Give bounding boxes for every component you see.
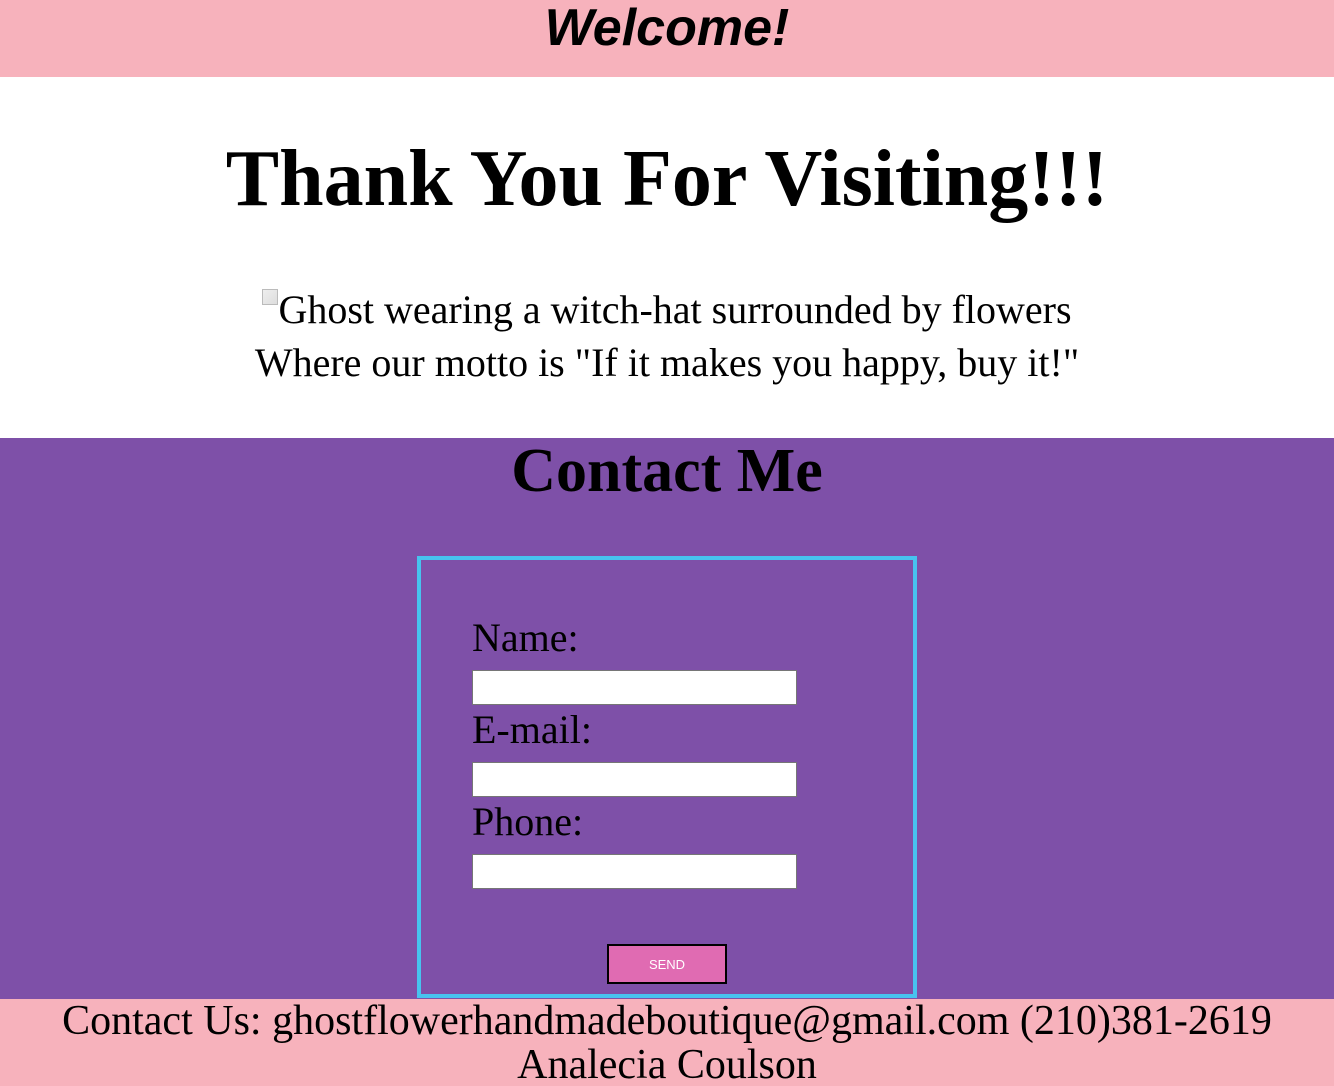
broken-image-icon: [262, 289, 279, 305]
phone-label: Phone:: [472, 799, 584, 844]
email-input[interactable]: [472, 762, 797, 797]
send-button[interactable]: SEND: [607, 944, 727, 984]
footer: Contact Us: ghostflowerhandmadeboutique@…: [0, 999, 1334, 1086]
welcome-banner: Welcome!: [0, 0, 1334, 77]
ghost-image: Ghost wearing a witch-hat surrounded by …: [0, 287, 1334, 333]
contact-form: Name: E-mail: Phone: SEND: [417, 556, 917, 998]
footer-contact-line: Contact Us: ghostflowerhandmadeboutique@…: [62, 999, 1272, 1044]
footer-author: Analecia Coulson: [517, 1042, 817, 1086]
name-label: Name:: [472, 615, 579, 660]
name-input[interactable]: [472, 670, 797, 705]
motto-text: Where our motto is "If it makes you happ…: [254, 340, 1080, 385]
contact-section: Contact Me Name: E-mail: Phone: SEND: [0, 438, 1334, 999]
hero-section: Thank You For Visiting!!! Ghost wearing …: [0, 77, 1334, 438]
thank-you-heading: Thank You For Visiting!!!: [225, 135, 1109, 223]
welcome-title: Welcome!: [544, 0, 790, 57]
phone-input[interactable]: [472, 854, 797, 889]
email-label: E-mail:: [472, 707, 592, 752]
contact-heading: Contact Me: [511, 437, 823, 505]
ghost-image-alt-text: Ghost wearing a witch-hat surrounded by …: [278, 287, 1072, 332]
